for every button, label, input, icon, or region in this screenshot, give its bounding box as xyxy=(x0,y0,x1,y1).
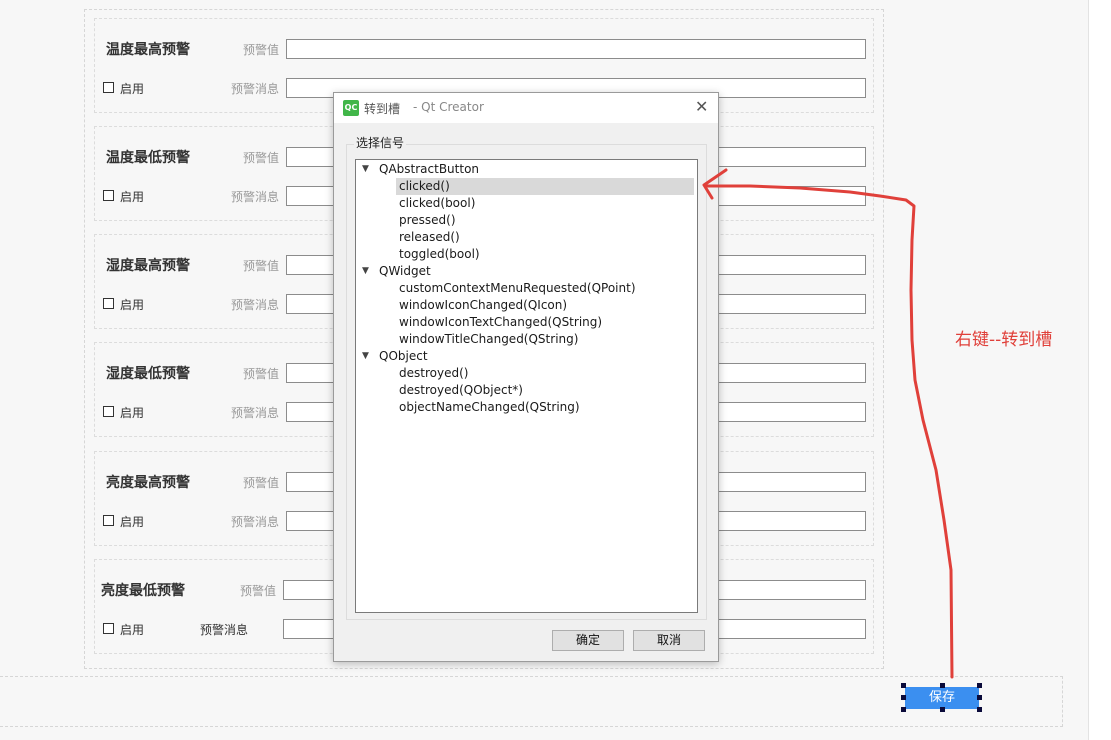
annotation-arrow xyxy=(702,168,954,679)
designer-canvas: 温度最高预警 预警值 启用 预警消息 温度最低预警 预警值 启用 预警消息 湿度最高预警 预警值启… xyxy=(0,0,1111,740)
annotation-arrow-line xyxy=(704,184,954,679)
annotation-arrowhead xyxy=(702,168,728,200)
